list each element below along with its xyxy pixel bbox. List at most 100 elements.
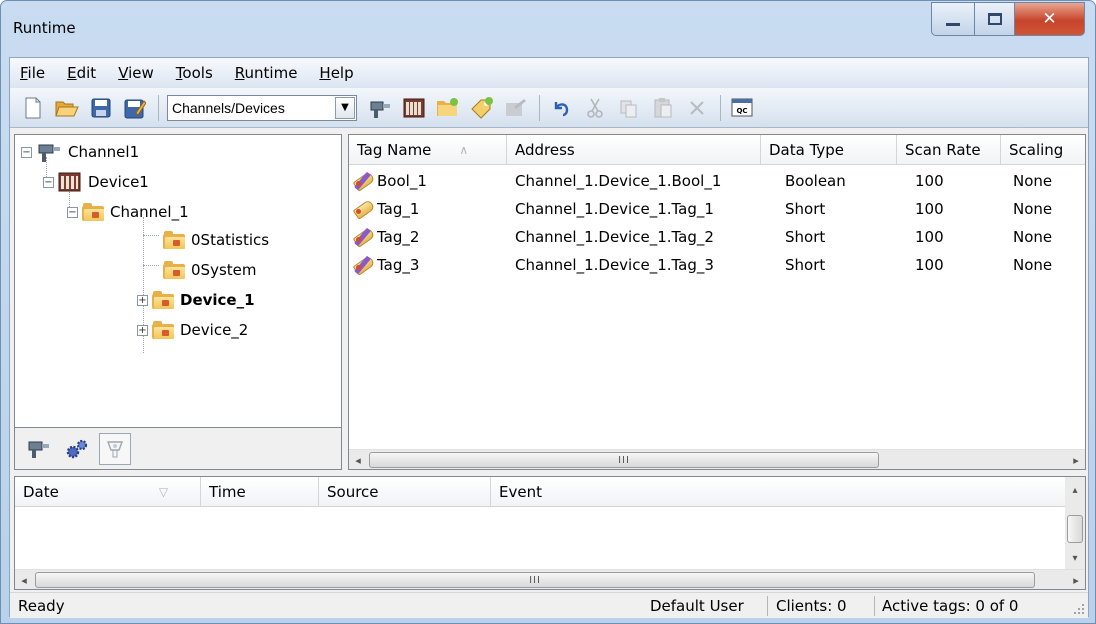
column-label-scan-rate: Scan Rate [905, 141, 981, 159]
column-header-time[interactable]: Time [201, 477, 319, 507]
status-user: Default User [650, 597, 744, 615]
tag-icon [352, 171, 376, 192]
paste-icon [650, 95, 676, 121]
column-label-date: Date [23, 483, 59, 501]
scroll-left-icon[interactable]: ◂ [15, 570, 33, 589]
bulk-edit-icon [503, 95, 529, 121]
column-header-scan-rate[interactable]: Scan Rate [897, 135, 1001, 165]
view-selector-dropdown[interactable]: Channels/Devices ▼ [167, 94, 357, 121]
toolbar-separator [539, 94, 540, 121]
new-device-icon[interactable] [401, 95, 427, 121]
undo-icon[interactable] [548, 95, 574, 121]
status-clients: Clients: 0 [776, 597, 847, 615]
event-log-vscrollbar[interactable]: ▴ ▾ [1065, 477, 1085, 569]
configuration-view-button[interactable] [61, 433, 93, 465]
menu-edit[interactable]: Edit [67, 64, 96, 82]
menu-help[interactable]: Help [319, 64, 353, 82]
maximize-button[interactable] [975, 2, 1015, 36]
scrollbar-thumb[interactable]: III [369, 452, 879, 468]
new-icon[interactable] [20, 95, 46, 121]
table-row[interactable]: Bool_1 Channel_1.Device_1.Bool_1 Boolean… [349, 167, 1085, 195]
scrollbar-thumb[interactable] [1067, 515, 1083, 543]
column-header-date[interactable]: Date ▽ [15, 477, 201, 507]
menu-tools[interactable]: Tools [176, 64, 213, 82]
menu-file-mnemonic: F [20, 64, 28, 82]
channel-icon [38, 144, 60, 162]
expand-icon[interactable]: + [137, 294, 148, 306]
menu-file[interactable]: File [20, 64, 45, 82]
save-as-icon[interactable] [122, 95, 148, 121]
scroll-left-icon[interactable]: ◂ [349, 450, 367, 469]
scaling-cell: None [1013, 200, 1053, 218]
tag-name: Bool_1 [377, 172, 427, 190]
new-group-icon[interactable] [435, 95, 461, 121]
tag-name: Tag_2 [377, 228, 420, 246]
minimize-button[interactable] [931, 2, 975, 36]
scroll-right-icon[interactable]: ▸ [1067, 570, 1085, 589]
tree-node-device1[interactable]: − Device1 [43, 167, 149, 197]
scrollbar-grip: III [618, 454, 630, 466]
event-log-hscrollbar[interactable]: ◂ III ▸ [15, 569, 1085, 589]
table-row[interactable]: Tag_1 Channel_1.Device_1.Tag_1 Short 100… [349, 195, 1085, 223]
tree-view-switcher [14, 428, 342, 470]
new-channel-icon[interactable] [367, 95, 393, 121]
project-view-button[interactable] [23, 433, 55, 465]
table-row[interactable]: Tag_2 Channel_1.Device_1.Tag_2 Short 100… [349, 223, 1085, 251]
chevron-down-icon[interactable]: ▼ [335, 96, 355, 119]
tree-node-statistics[interactable]: 0Statistics [163, 225, 269, 255]
menu-help-label: elp [330, 64, 354, 82]
address-cell: Channel_1.Device_1.Tag_3 [515, 256, 714, 274]
menu-runtime[interactable]: Runtime [235, 64, 298, 82]
column-label-time: Time [209, 483, 246, 501]
title-bar[interactable]: Runtime ✕ [1, 1, 1095, 57]
minimize-icon [946, 22, 960, 26]
column-header-address[interactable]: Address [507, 135, 761, 165]
tree-label-device-2: Device_2 [180, 321, 249, 339]
folder-icon [152, 321, 174, 339]
status-message: Ready [18, 597, 65, 615]
data-type-cell: Short [785, 228, 826, 246]
expand-icon[interactable]: + [137, 324, 148, 336]
collapse-icon[interactable]: − [67, 206, 78, 218]
tree-label-system: 0System [191, 261, 257, 279]
column-header-tag-name[interactable]: Tag Name ∧ [349, 135, 507, 165]
close-button[interactable]: ✕ [1015, 2, 1085, 36]
tag-name-cell: Tag_3 [352, 251, 419, 279]
tree-node-device-2[interactable]: + Device_2 [137, 315, 248, 345]
tag-icon [352, 199, 376, 220]
alias-view-button[interactable] [99, 432, 131, 465]
scrollbar-thumb[interactable]: III [35, 572, 1035, 588]
menu-runtime-label: untime [244, 64, 298, 82]
new-tag-icon[interactable] [469, 95, 495, 121]
tree-node-channel1[interactable]: − Channel1 [21, 137, 139, 167]
scroll-up-icon[interactable]: ▴ [1065, 481, 1085, 499]
scroll-right-icon[interactable]: ▸ [1067, 450, 1085, 469]
tree-node-system[interactable]: 0System [163, 255, 256, 285]
quick-client-label: QC [736, 107, 747, 115]
tree-label-device1: Device1 [88, 173, 149, 191]
save-icon[interactable] [88, 95, 114, 121]
collapse-icon[interactable]: − [21, 146, 32, 158]
column-header-source[interactable]: Source [319, 477, 491, 507]
column-label-source: Source [327, 483, 379, 501]
tree-node-device-1[interactable]: + Device_1 [137, 285, 255, 315]
collapse-icon[interactable]: − [43, 176, 54, 188]
column-header-event[interactable]: Event [491, 477, 1065, 507]
table-row[interactable]: Tag_3 Channel_1.Device_1.Tag_3 Short 100… [349, 251, 1085, 279]
open-icon[interactable] [54, 95, 80, 121]
channel-icon [28, 441, 49, 458]
column-header-data-type[interactable]: Data Type [761, 135, 897, 165]
tag-name: Tag_1 [377, 200, 420, 218]
tree-label-channel1: Channel1 [68, 143, 140, 161]
tag-list-header: Tag Name ∧ Address Data Type Scan Rate Sc… [349, 135, 1085, 165]
tag-list-hscrollbar[interactable]: ◂ III ▸ [349, 449, 1085, 469]
tree-connector [143, 235, 159, 236]
scroll-down-icon[interactable]: ▾ [1065, 549, 1085, 567]
column-header-scaling[interactable]: Scaling [1001, 135, 1085, 165]
tree-node-channel-1[interactable]: − Channel_1 [67, 197, 189, 227]
menu-view[interactable]: View [118, 64, 154, 82]
resize-grip-icon[interactable] [1072, 602, 1086, 616]
event-log: Date ▽ Time Source Event ▴ ▾ ◂ III ▸ [14, 476, 1086, 590]
quick-client-icon[interactable]: QC [729, 95, 755, 121]
menu-runtime-mnemonic: R [234, 64, 245, 82]
